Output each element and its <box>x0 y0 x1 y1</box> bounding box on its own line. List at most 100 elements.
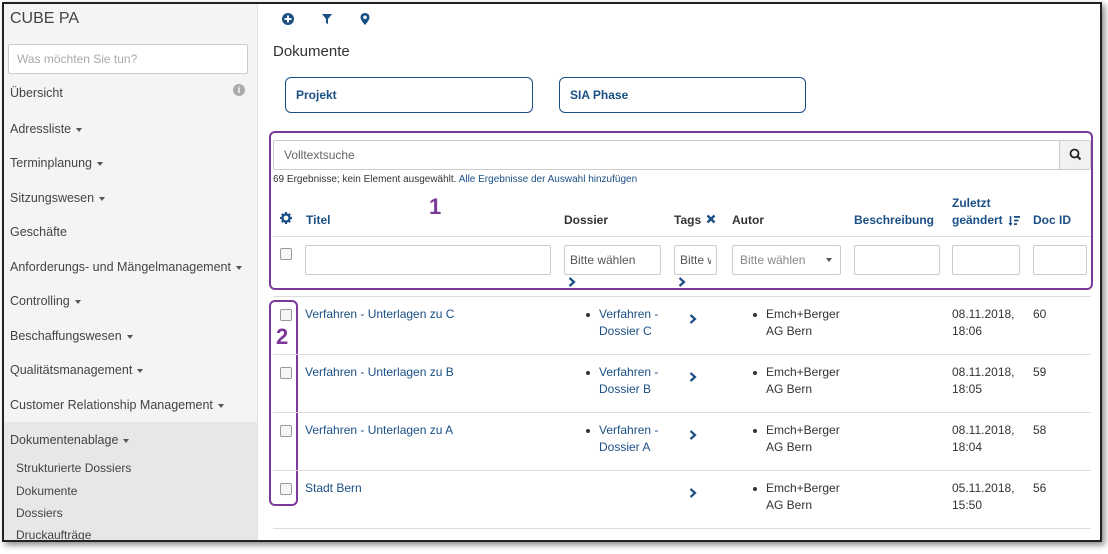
brand-title[interactable]: CUBE PA <box>10 10 79 28</box>
beschreibung-filter-input[interactable] <box>854 245 940 275</box>
map-marker-icon[interactable] <box>358 12 372 26</box>
plus-circle-icon[interactable] <box>281 12 295 26</box>
autor-select-value: Bitte wählen <box>740 253 806 267</box>
row-checkbox[interactable] <box>280 309 292 321</box>
sidebar-item-dokumentenablage[interactable]: Dokumentenablage <box>10 433 130 447</box>
sidebar-item-label: Geschäfte <box>10 225 67 239</box>
row-title-link[interactable]: Verfahren - Unterlagen zu B <box>305 364 454 381</box>
sidebar-item-label: Beschaffungswesen <box>10 329 122 343</box>
column-header-tags[interactable]: Tags <box>674 213 701 227</box>
header-divider <box>273 236 1091 237</box>
row-title-link[interactable]: Verfahren - Unterlagen zu A <box>305 422 453 439</box>
column-header-zuletzt-geaendert[interactable]: Zuletzt geändert <box>952 195 1021 229</box>
sidebar-subitem-dossiers[interactable]: Dossiers <box>16 506 63 520</box>
info-icon[interactable]: i <box>233 84 245 96</box>
docid-filter-input[interactable] <box>1033 245 1087 275</box>
row-date: 08.11.2018, 18:05 <box>952 364 1015 398</box>
caret-down-icon <box>126 334 133 339</box>
add-all-results-link[interactable]: Alle Ergebnisse der Auswahl hinzufügen <box>459 174 637 185</box>
row-date-line2: 18:05 <box>952 382 983 396</box>
row-date-line1: 05.11.2018, <box>952 481 1015 495</box>
annotation-number-2: 2 <box>276 324 289 349</box>
tags-filter-input[interactable] <box>674 245 717 275</box>
sidebar-item-controlling[interactable]: Controlling <box>10 294 81 308</box>
filter-icon[interactable] <box>320 12 334 26</box>
fulltext-search-input[interactable] <box>274 141 1060 169</box>
projekt-filter-button[interactable]: Projekt <box>285 77 533 113</box>
row-dossier-link[interactable]: Verfahren - Dossier A <box>599 422 658 456</box>
sidebar-item-beschaffungswesen[interactable]: Beschaffungswesen <box>10 329 133 343</box>
sidebar-item-crm[interactable]: Customer Relationship Management <box>10 398 224 412</box>
sidebar-item-uebersicht[interactable]: Übersicht <box>10 86 63 100</box>
result-info: 69 Ergebnisse; kein Element ausgewählt. … <box>273 174 637 185</box>
row-checkbox[interactable] <box>280 483 292 495</box>
zuletzt-geaendert-filter-input[interactable] <box>952 245 1020 275</box>
sidebar-subitem-druckauftraege[interactable]: Druckaufträge <box>16 528 91 540</box>
column-header-dossier[interactable]: Dossier <box>564 213 608 227</box>
gear-icon[interactable] <box>280 212 292 224</box>
chevron-right-icon[interactable] <box>567 277 577 287</box>
column-header-titel[interactable]: Titel <box>306 213 330 227</box>
column-header-docid[interactable]: Doc ID <box>1033 213 1071 227</box>
row-dossier-line2: Dossier B <box>599 382 652 396</box>
row-dossier-link[interactable]: Verfahren - Dossier C <box>599 306 658 340</box>
row-divider <box>273 412 1091 413</box>
row-title-link[interactable]: Verfahren - Unterlagen zu C <box>305 306 454 323</box>
chevron-right-icon[interactable] <box>677 277 687 287</box>
caret-down-icon <box>97 161 103 166</box>
sort-desc-icon[interactable] <box>1008 215 1021 227</box>
annotation-number-1: 1 <box>429 194 442 219</box>
search-icon <box>1069 148 1082 161</box>
sidebar-item-geschaefte[interactable]: Geschäfte <box>10 225 67 239</box>
close-icon[interactable] <box>706 214 716 224</box>
row-divider <box>273 296 1091 297</box>
chevron-right-icon[interactable] <box>688 488 698 498</box>
sidebar-item-qualitaetsmanagement[interactable]: Qualitätsmanagement <box>10 363 144 377</box>
column-header-zuletzt-line1: Zuletzt <box>952 196 991 210</box>
row-checkbox[interactable] <box>280 425 292 437</box>
row-date-line1: 08.11.2018, <box>952 423 1015 437</box>
sidebar-subitem-dokumente[interactable]: Dokumente <box>16 484 77 498</box>
titel-filter-input[interactable] <box>305 245 551 275</box>
caret-down-icon <box>235 265 242 270</box>
row-title-link[interactable]: Stadt Bern <box>305 480 362 497</box>
dossier-filter-input[interactable] <box>564 245 661 275</box>
row-docid: 59 <box>1033 365 1047 379</box>
row-dossier-line1: Verfahren - <box>599 365 659 379</box>
chevron-right-icon[interactable] <box>688 314 698 324</box>
search-button[interactable] <box>1059 141 1090 169</box>
sidebar-item-adressliste[interactable]: Adressliste <box>10 122 83 136</box>
chevron-right-icon[interactable] <box>688 372 698 382</box>
column-header-zuletzt-line2: geändert <box>952 213 1003 227</box>
row-date-line1: 08.11.2018, <box>952 365 1015 379</box>
row-autor-line2: AG Bern <box>766 382 813 396</box>
caret-down-icon <box>217 403 224 408</box>
column-header-autor[interactable]: Autor <box>732 213 764 227</box>
row-dossier-link[interactable]: Verfahren - Dossier B <box>599 364 658 398</box>
chevron-down-icon <box>826 258 832 262</box>
sidebar-item-terminplanung[interactable]: Terminplanung <box>10 156 103 170</box>
sidebar-subitem-strukturierte-dossiers[interactable]: Strukturierte Dossiers <box>16 461 131 475</box>
row-docid: 58 <box>1033 423 1047 437</box>
sidebar-item-anforderungen[interactable]: Anforderungs- und Mängelmanagement <box>10 260 242 274</box>
row-checkbox[interactable] <box>280 367 292 379</box>
sidebar-item-sitzungswesen[interactable]: Sitzungswesen <box>10 191 106 205</box>
chevron-right-icon[interactable] <box>688 430 698 440</box>
sidebar-item-label: Qualitätsmanagement <box>10 363 133 377</box>
select-all-checkbox[interactable] <box>280 248 292 260</box>
sidebar-item-label: Anforderungs- und Mängelmanagement <box>10 260 231 274</box>
list-bullet <box>753 371 757 375</box>
caret-down-icon <box>76 127 83 132</box>
column-header-beschreibung[interactable]: Beschreibung <box>854 213 934 227</box>
list-bullet <box>753 429 757 433</box>
caret-down-icon <box>137 368 144 373</box>
row-date-line1: 08.11.2018, <box>952 307 1015 321</box>
autor-filter-select[interactable]: Bitte wählen <box>732 245 841 275</box>
list-bullet <box>586 429 590 433</box>
caret-down-icon <box>99 196 106 201</box>
row-divider <box>273 354 1091 355</box>
sia-phase-filter-button[interactable]: SIA Phase <box>559 77 806 113</box>
sidebar-search-input[interactable] <box>8 44 248 74</box>
row-date-line2: 18:04 <box>952 440 983 454</box>
list-bullet <box>586 313 590 317</box>
